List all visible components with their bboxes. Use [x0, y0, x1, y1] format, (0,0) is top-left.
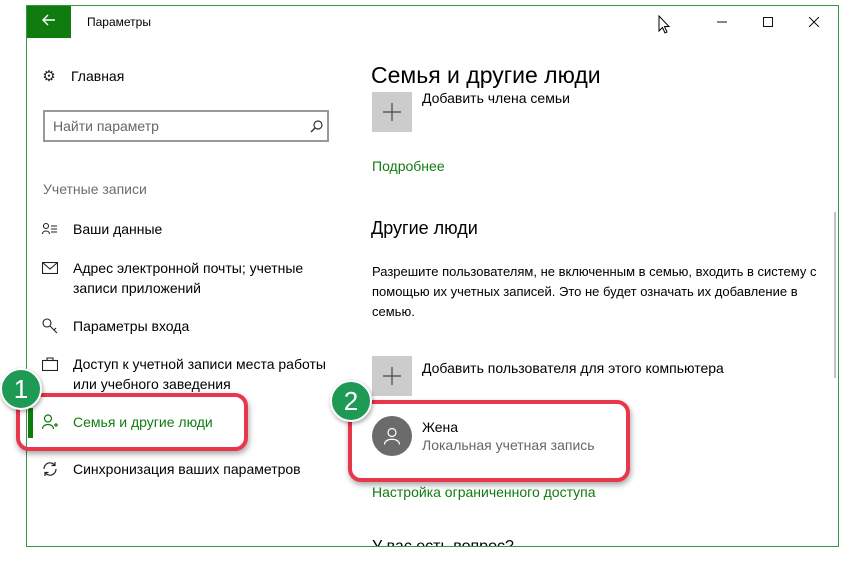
home-label: Главная: [71, 68, 125, 84]
page-title: Семья и другие люди: [371, 62, 601, 88]
plus-tile: [372, 356, 412, 396]
more-info-link[interactable]: Подробнее: [372, 158, 445, 174]
sidebar-item-sign-in-options[interactable]: Параметры входа: [41, 316, 351, 336]
add-family-label: Добавить члена семьи: [422, 90, 570, 106]
sidebar-item-label: Адрес электронной почты; учетные записи …: [73, 260, 304, 296]
close-button[interactable]: [791, 6, 837, 38]
add-family-member-button[interactable]: Добавить члена семьи: [372, 90, 570, 132]
title-bar: Параметры: [27, 6, 838, 38]
mail-icon: [41, 259, 59, 277]
plus-icon: [383, 103, 401, 121]
back-arrow-icon: [42, 13, 56, 31]
accounts-section-heading: Учетные записи: [43, 181, 147, 197]
maximize-button[interactable]: [745, 6, 791, 38]
sidebar-item-sync[interactable]: Синхронизация ваших параметров: [41, 459, 351, 479]
minimize-button[interactable]: [699, 6, 745, 38]
gear-icon: ⚙: [42, 68, 56, 85]
step-badge-1: 1: [0, 368, 42, 410]
sidebar-item-email[interactable]: Адрес электронной почты; учетные записи …: [41, 258, 331, 298]
plus-tile: [372, 92, 412, 132]
add-user-button[interactable]: Добавить пользователя для этого компьюте…: [372, 356, 724, 396]
scrollbar[interactable]: [834, 212, 836, 378]
sync-icon: [41, 460, 59, 478]
sidebar-item-label: Синхронизация ваших параметров: [73, 461, 301, 477]
highlight-frame-user: [348, 400, 630, 482]
back-button[interactable]: [27, 6, 71, 38]
add-user-label: Добавить пользователя для этого компьюте…: [422, 360, 724, 376]
search-box[interactable]: [43, 110, 329, 142]
window-title: Параметры: [87, 15, 151, 29]
sidebar-item-label: Параметры входа: [73, 318, 190, 334]
briefcase-icon: [41, 355, 59, 373]
search-icon[interactable]: [305, 119, 327, 133]
highlight-frame-family: [16, 393, 248, 451]
home-link[interactable]: ⚙ Главная: [41, 68, 125, 85]
assigned-access-link[interactable]: Настройка ограниченного доступа: [372, 484, 596, 500]
mouse-cursor-icon: [658, 14, 671, 39]
cut-off-heading: У вас есть вопрос?: [372, 538, 514, 547]
sidebar-item-label: Ваши данные: [73, 221, 163, 237]
sidebar-item-label: Доступ к учетной записи места работы или…: [73, 356, 326, 392]
sidebar-item-work-access[interactable]: Доступ к учетной записи места работы или…: [41, 354, 341, 394]
sidebar-item-your-info[interactable]: Ваши данные: [41, 219, 351, 239]
other-people-description: Разрешите пользователям, не включенным в…: [372, 264, 817, 319]
search-input[interactable]: [45, 117, 305, 135]
other-people-heading: Другие люди: [371, 218, 478, 238]
plus-icon: [383, 367, 401, 385]
key-icon: [41, 317, 59, 335]
step-badge-2: 2: [330, 380, 372, 422]
user-card-icon: [41, 220, 59, 238]
